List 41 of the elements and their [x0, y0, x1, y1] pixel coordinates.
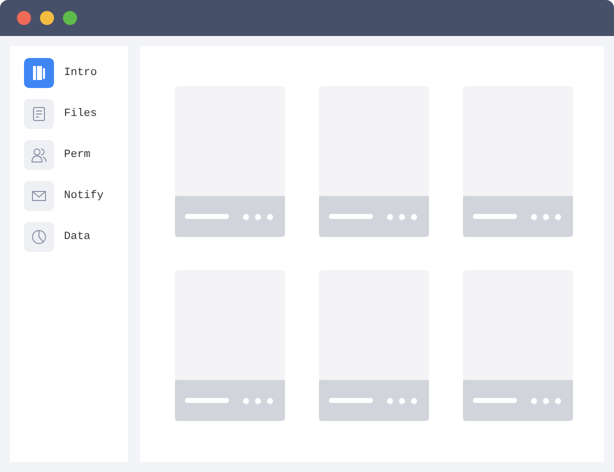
minimize-button[interactable] [40, 11, 54, 25]
sidebar-item[interactable]: Intro [64, 67, 98, 79]
dot-icon [543, 398, 549, 404]
dot-icon [255, 398, 261, 404]
clock-icon [30, 228, 48, 246]
dot-icon [411, 398, 417, 404]
text-placeholder [473, 398, 517, 403]
sidebar-item[interactable]: Data [64, 231, 90, 243]
dot-icon [267, 214, 273, 220]
dot-icon [243, 398, 249, 404]
sidebar-icon-button[interactable] [24, 222, 54, 252]
maximize-button[interactable] [63, 11, 77, 25]
dot-icon [555, 214, 561, 220]
text-placeholder [329, 398, 373, 403]
dot-icon [411, 214, 417, 220]
dot-icon [543, 214, 549, 220]
text-placeholder [185, 398, 229, 403]
sidebar-item[interactable]: Perm [64, 149, 90, 161]
sidebar-item[interactable]: Files [64, 108, 98, 120]
document-icon [30, 105, 48, 123]
dot-icon [387, 214, 393, 220]
dot-icon [255, 214, 261, 220]
dot-icon [243, 214, 249, 220]
text-placeholder [185, 214, 229, 219]
sidebar-item[interactable]: Notify [64, 190, 104, 202]
notebook-icon [30, 64, 48, 82]
dot-icon [531, 398, 537, 404]
dot-icon [267, 398, 273, 404]
sidebar-icon-button[interactable] [24, 140, 54, 170]
text-placeholder [473, 214, 517, 219]
close-button[interactable] [17, 11, 31, 25]
text-placeholder [329, 214, 373, 219]
dot-icon [531, 214, 537, 220]
dot-icon [387, 398, 393, 404]
sidebar-icon-button[interactable] [24, 181, 54, 211]
users-icon [30, 146, 48, 164]
sidebar-icon-button[interactable] [24, 99, 54, 129]
dot-icon [555, 398, 561, 404]
dot-icon [399, 214, 405, 220]
dot-icon [399, 398, 405, 404]
sidebar-icon-button[interactable] [24, 58, 54, 88]
